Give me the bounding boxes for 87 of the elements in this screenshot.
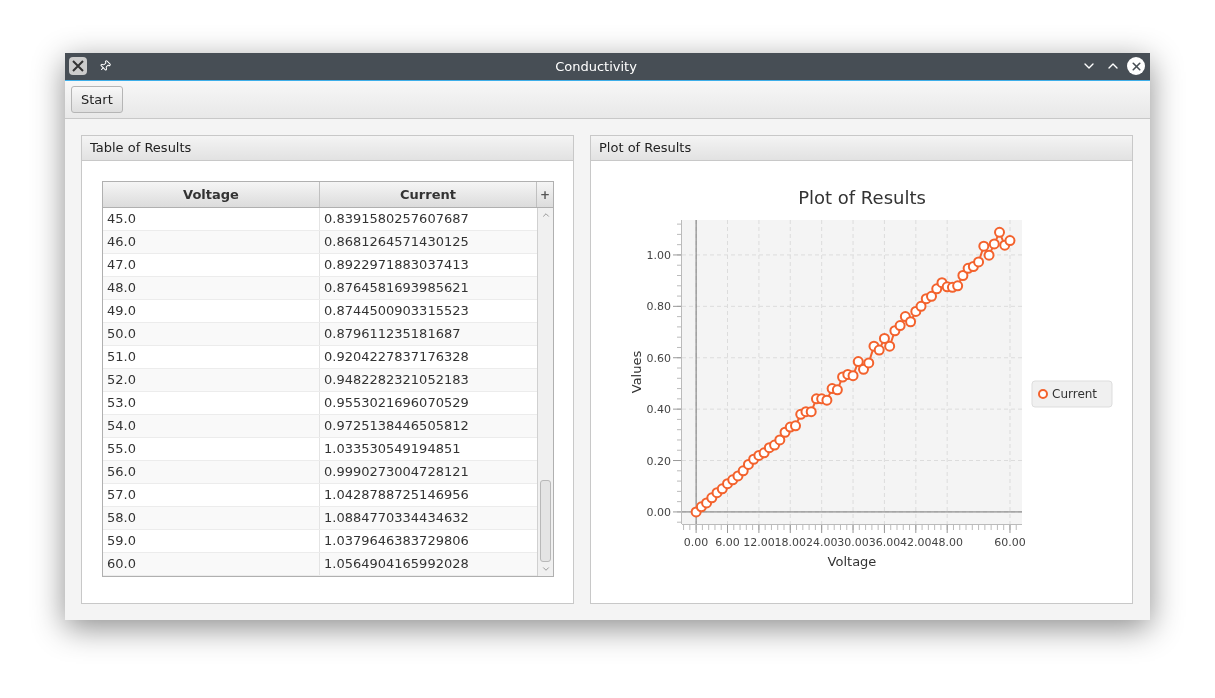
- table-cell-text: 1.0379646383729806: [323, 532, 470, 551]
- table-cell: 59.0: [103, 530, 320, 552]
- table-cell-text: 0.8391580257607687: [323, 210, 470, 229]
- data-point: [858, 363, 869, 375]
- table-cell: 51.0: [103, 346, 320, 368]
- chart-title: Plot of Results: [798, 187, 926, 208]
- data-point: [790, 420, 801, 432]
- table-cell-text: 1.0428788725146956: [323, 486, 470, 505]
- x-tick-label: 60.00: [994, 536, 1026, 549]
- table-cell: 50.0: [103, 323, 320, 345]
- data-point: [821, 394, 833, 406]
- table-cell: 55.0: [103, 438, 320, 460]
- data-point: [983, 249, 995, 261]
- legend-label: Current: [1052, 387, 1098, 401]
- table-cell: 54.0: [103, 415, 320, 437]
- table-cell: 60.0: [103, 553, 320, 575]
- table-cell-text: 0.8681264571430125: [323, 233, 470, 252]
- vertical-scrollbar[interactable]: [537, 208, 553, 576]
- scrollbar-thumb[interactable]: [540, 480, 551, 562]
- table-cell-text: 0.9482282321052183: [323, 371, 470, 390]
- x-tick-label: 12.00: [743, 536, 775, 549]
- table-cell-text: 0.8922971883037413: [323, 256, 470, 275]
- table-cell: 56.0: [103, 461, 320, 483]
- data-point: [863, 357, 875, 369]
- table-cell: 48.0: [103, 277, 320, 299]
- data-point: [952, 280, 964, 292]
- x-tick-label: 30.00: [837, 536, 869, 549]
- table-cell-text: 0.8764581693985621: [323, 279, 470, 298]
- data-point: [978, 240, 990, 252]
- panel-header: Table of Results: [82, 136, 573, 161]
- x-tick-label: 24.00: [805, 536, 838, 549]
- y-tick-label: 0.20: [646, 454, 671, 468]
- table-cell-text: 0.9553021696070529: [323, 394, 470, 413]
- x-tick-label: 18.00: [774, 536, 807, 549]
- table-cell-text: 0.9204227837176328: [323, 348, 470, 367]
- table-cell-text: 1.033530549194851: [323, 440, 462, 459]
- data-point: [774, 434, 786, 446]
- y-tick-label: 0.60: [646, 351, 671, 365]
- data-point: [852, 356, 864, 368]
- app-icon: [69, 57, 87, 76]
- y-axis-title: Values: [629, 350, 644, 394]
- x-tick-label: 6.00: [715, 536, 740, 549]
- table-cell-text: 0.9990273004728121: [323, 463, 470, 482]
- table-cell-text: 0.879611235181687: [323, 325, 462, 344]
- data-point: [884, 340, 896, 352]
- table-cell: 49.0: [103, 300, 320, 322]
- table-cell: 53.0: [103, 392, 320, 414]
- data-point: [873, 344, 885, 356]
- table-cell: 57.0: [103, 484, 320, 506]
- table-cell: 45.0: [103, 208, 320, 230]
- start-button[interactable]: Start: [71, 85, 123, 113]
- y-tick-label: 0.00: [646, 505, 671, 519]
- y-tick-label: 1.00: [646, 248, 671, 262]
- table-cell-text: 0.8744500903315523: [323, 302, 470, 321]
- column-header[interactable]: Current: [320, 182, 537, 207]
- data-point: [847, 370, 859, 382]
- data-point: [805, 406, 817, 418]
- table-cell: 52.0: [103, 369, 320, 391]
- data-point: [915, 300, 927, 312]
- table-cell-text: 1.0884770334434632: [323, 509, 470, 528]
- data-point: [831, 384, 843, 396]
- table-cell: 47.0: [103, 254, 320, 276]
- panel-header: Plot of Results: [591, 136, 1132, 161]
- x-tick-label: 36.00: [868, 536, 901, 549]
- table-cell: 58.0: [103, 507, 320, 529]
- data-point: [988, 238, 1000, 250]
- y-tick-label: 0.40: [646, 403, 671, 417]
- data-point: [994, 226, 1005, 238]
- data-point: [957, 270, 969, 281]
- data-point: [894, 320, 906, 332]
- table-cell-text: 0.9725138446505812: [323, 417, 470, 436]
- window-title: Conductivity: [554, 57, 638, 76]
- x-tick-label: 0.00: [683, 536, 709, 549]
- column-header[interactable]: Voltage: [103, 182, 320, 207]
- x-tick-label: 48.00: [931, 536, 963, 549]
- column-menu-button[interactable]: +: [537, 182, 553, 207]
- y-tick-label: 0.80: [646, 300, 671, 314]
- table-cell-text: 1.0564904165992028: [323, 555, 470, 574]
- table-cell: 46.0: [103, 231, 320, 253]
- x-tick-label: 42.00: [900, 536, 932, 549]
- close-icon[interactable]: [1127, 57, 1145, 76]
- data-point: [973, 256, 985, 268]
- data-point: [926, 290, 937, 302]
- x-axis-title: Voltage: [827, 554, 877, 569]
- data-point: [878, 332, 890, 344]
- data-point: [905, 316, 917, 328]
- data-point: [1004, 235, 1016, 247]
